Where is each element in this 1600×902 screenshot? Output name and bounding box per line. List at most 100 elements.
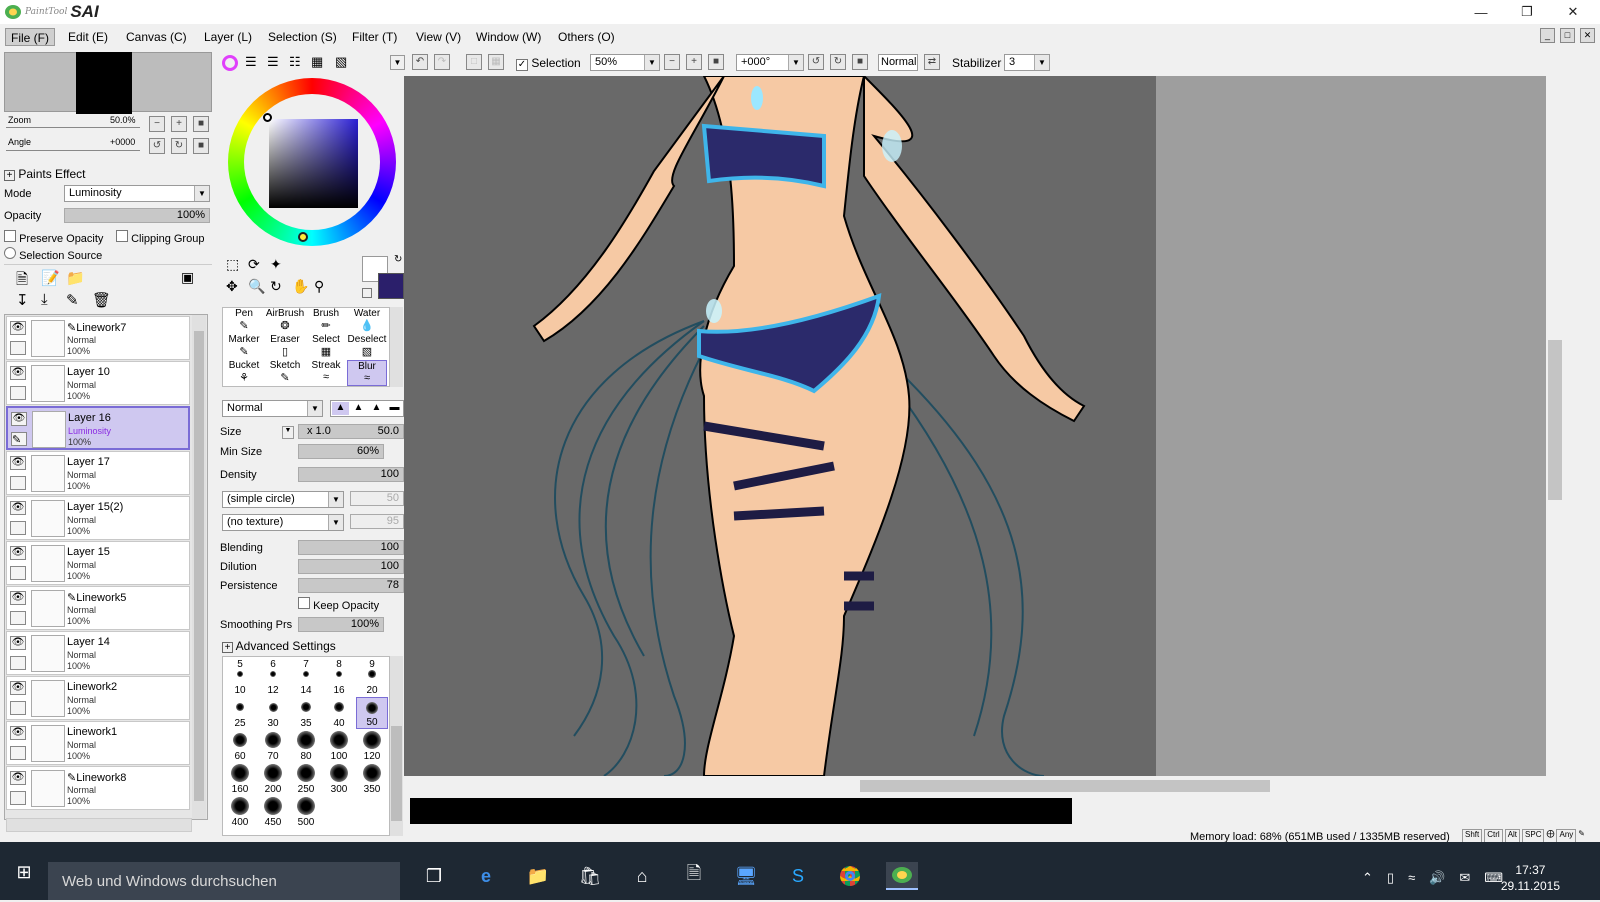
- redo-icon[interactable]: ↷: [434, 54, 450, 70]
- menu-others[interactable]: Others (O): [553, 28, 620, 46]
- brush-size-450[interactable]: 450: [257, 796, 289, 828]
- scrollbar-thumb[interactable]: [391, 726, 402, 821]
- rotate-reset-icon[interactable]: ■: [193, 138, 209, 154]
- visibility-eye-icon[interactable]: 👁: [10, 771, 26, 785]
- visibility-eye-icon[interactable]: 👁: [10, 591, 26, 605]
- paints-effect-header[interactable]: + Paints Effect: [4, 167, 86, 181]
- advanced-settings-toggle[interactable]: + Advanced Settings: [222, 639, 336, 653]
- zoom-slider[interactable]: [6, 127, 140, 128]
- menu-file[interactable]: File (F): [5, 28, 55, 46]
- smoothing-slider[interactable]: 100%: [298, 617, 384, 632]
- brush-size-12[interactable]: 12: [257, 664, 289, 696]
- brush-shape-strength[interactable]: 50: [350, 491, 404, 506]
- blend-mode-select[interactable]: Normal ▼: [222, 400, 323, 417]
- mdi-close-icon[interactable]: ✕: [1580, 28, 1595, 43]
- keep-opacity-checkbox[interactable]: Keep Opacity: [298, 597, 379, 612]
- tool-airbrush[interactable]: AirBrush ❂: [265, 308, 305, 334]
- close-icon[interactable]: ✕: [1550, 0, 1596, 24]
- layer-mask-icon[interactable]: ▣: [181, 269, 194, 286]
- tool-scrollbar[interactable]: [390, 307, 403, 387]
- merge-down-icon[interactable]: ⤓: [41, 291, 48, 308]
- brush-size-25[interactable]: 25: [224, 697, 256, 729]
- tray-chevron-icon[interactable]: ⌃: [1362, 870, 1373, 886]
- view-mode-button[interactable]: Normal: [878, 54, 918, 71]
- layer-lock-icon[interactable]: [10, 566, 26, 580]
- tool-blur[interactable]: Blur ≈: [347, 360, 387, 386]
- menu-filter[interactable]: Filter (T): [347, 28, 402, 46]
- brush-size-120[interactable]: 120: [356, 730, 388, 762]
- scratchpad-tab-icon[interactable]: ▦: [311, 54, 323, 70]
- flat-edge-icon[interactable]: ▬: [386, 402, 403, 415]
- lasso-icon[interactable]: ⟳: [248, 256, 260, 273]
- layer-row[interactable]: 👁 Layer 14 Normal 100%: [6, 631, 190, 675]
- toolbar-rotate-right-icon[interactable]: ↻: [830, 54, 846, 70]
- minimize-icon[interactable]: —: [1458, 0, 1504, 24]
- tool-pen[interactable]: Pen ✎: [224, 308, 264, 334]
- brush-size-160[interactable]: 160: [224, 763, 256, 795]
- layer-row[interactable]: 👁 ✎ Layer 16 Luminosity 100%: [6, 406, 190, 450]
- menu-view[interactable]: View (V): [411, 28, 466, 46]
- skype-icon[interactable]: S: [782, 862, 814, 890]
- brush-size-40[interactable]: 40: [323, 697, 355, 729]
- brush-size-35[interactable]: 35: [290, 697, 322, 729]
- brush-size-500[interactable]: 500: [290, 796, 322, 828]
- new-linework-icon[interactable]: 📝: [41, 269, 60, 287]
- brush-size-30[interactable]: 30: [257, 697, 289, 729]
- brush-size-scrollbar[interactable]: [390, 656, 403, 836]
- visibility-eye-icon[interactable]: 👁: [11, 412, 27, 426]
- zoom-out-icon[interactable]: −: [149, 116, 165, 132]
- layer-row[interactable]: 👁 Linework2 Normal 100%: [6, 676, 190, 720]
- toolbar-rotate-left-icon[interactable]: ↺: [808, 54, 824, 70]
- brush-size-250[interactable]: 250: [290, 763, 322, 795]
- hue-picker-handle[interactable]: [298, 232, 308, 242]
- brush-size-80[interactable]: 80: [290, 730, 322, 762]
- wifi-icon[interactable]: ≈: [1408, 870, 1415, 886]
- rect-select-icon[interactable]: ⬚: [226, 256, 239, 273]
- brush-size-60[interactable]: 60: [224, 730, 256, 762]
- tool-streak[interactable]: Streak ≈: [306, 360, 346, 386]
- layer-lock-icon[interactable]: [10, 656, 26, 670]
- tool-select[interactable]: Select ▦: [306, 334, 346, 360]
- zoom-in-icon[interactable]: +: [171, 116, 187, 132]
- restore-icon[interactable]: ❐: [1504, 0, 1550, 24]
- visibility-eye-icon[interactable]: 👁: [10, 546, 26, 560]
- panel-menu-icon[interactable]: ▼: [390, 55, 405, 70]
- layer-lock-icon[interactable]: [10, 611, 26, 625]
- layer-row[interactable]: 👁 ✎Linework5 Normal 100%: [6, 586, 190, 630]
- swap-colors-icon[interactable]: ↻: [394, 254, 402, 265]
- layer-row[interactable]: 👁 ✎Linework7 Normal 100%: [6, 316, 190, 360]
- move-icon[interactable]: ✥: [226, 278, 238, 295]
- visibility-eye-icon[interactable]: 👁: [10, 456, 26, 470]
- color-wheel-tab-icon[interactable]: [222, 55, 238, 71]
- density-slider[interactable]: 100: [298, 467, 404, 482]
- layer-lock-icon[interactable]: [10, 476, 26, 490]
- layer-lock-icon[interactable]: [10, 701, 26, 715]
- preserve-opacity-checkbox[interactable]: Preserve Opacity: [4, 230, 103, 245]
- remote-desktop-icon[interactable]: 🖥: [730, 862, 762, 890]
- flip-view-icon[interactable]: ⇄: [924, 54, 940, 70]
- menu-canvas[interactable]: Canvas (C): [121, 28, 192, 46]
- scrollbar-thumb[interactable]: [860, 780, 1270, 792]
- clock[interactable]: 17:37 29.11.2015: [1501, 862, 1560, 894]
- rotate-left-icon[interactable]: ↺: [149, 138, 165, 154]
- brush-shape-select[interactable]: (simple circle) ▼: [222, 491, 344, 508]
- brush-size-400[interactable]: 400: [224, 796, 256, 828]
- brush-size-10[interactable]: 10: [224, 664, 256, 696]
- rotate-tool-icon[interactable]: ↻: [270, 278, 282, 295]
- task-view-icon[interactable]: ❐: [418, 862, 450, 890]
- brush-size-300[interactable]: 300: [323, 763, 355, 795]
- brush-size-100[interactable]: 100: [323, 730, 355, 762]
- canvas-tab-strip[interactable]: [410, 798, 1072, 824]
- mdi-restore-icon[interactable]: □: [1560, 28, 1575, 43]
- angle-slider[interactable]: [6, 150, 140, 151]
- layer-hscrollbar[interactable]: [6, 818, 192, 832]
- layer-row[interactable]: 👁 ✎Linework8 Normal 100%: [6, 766, 190, 810]
- invert-select-icon[interactable]: ▦: [488, 54, 504, 70]
- rgb-slider-tab-icon[interactable]: ☰: [245, 54, 257, 70]
- brush-texture-strength[interactable]: 95: [350, 514, 404, 529]
- clear-layer-icon[interactable]: ✎: [66, 291, 79, 309]
- drawing-canvas[interactable]: [404, 76, 1156, 776]
- size-mult-arrow-icon[interactable]: ▼: [282, 426, 294, 439]
- layer-row[interactable]: 👁 Layer 15 Normal 100%: [6, 541, 190, 585]
- visibility-eye-icon[interactable]: 👁: [10, 726, 26, 740]
